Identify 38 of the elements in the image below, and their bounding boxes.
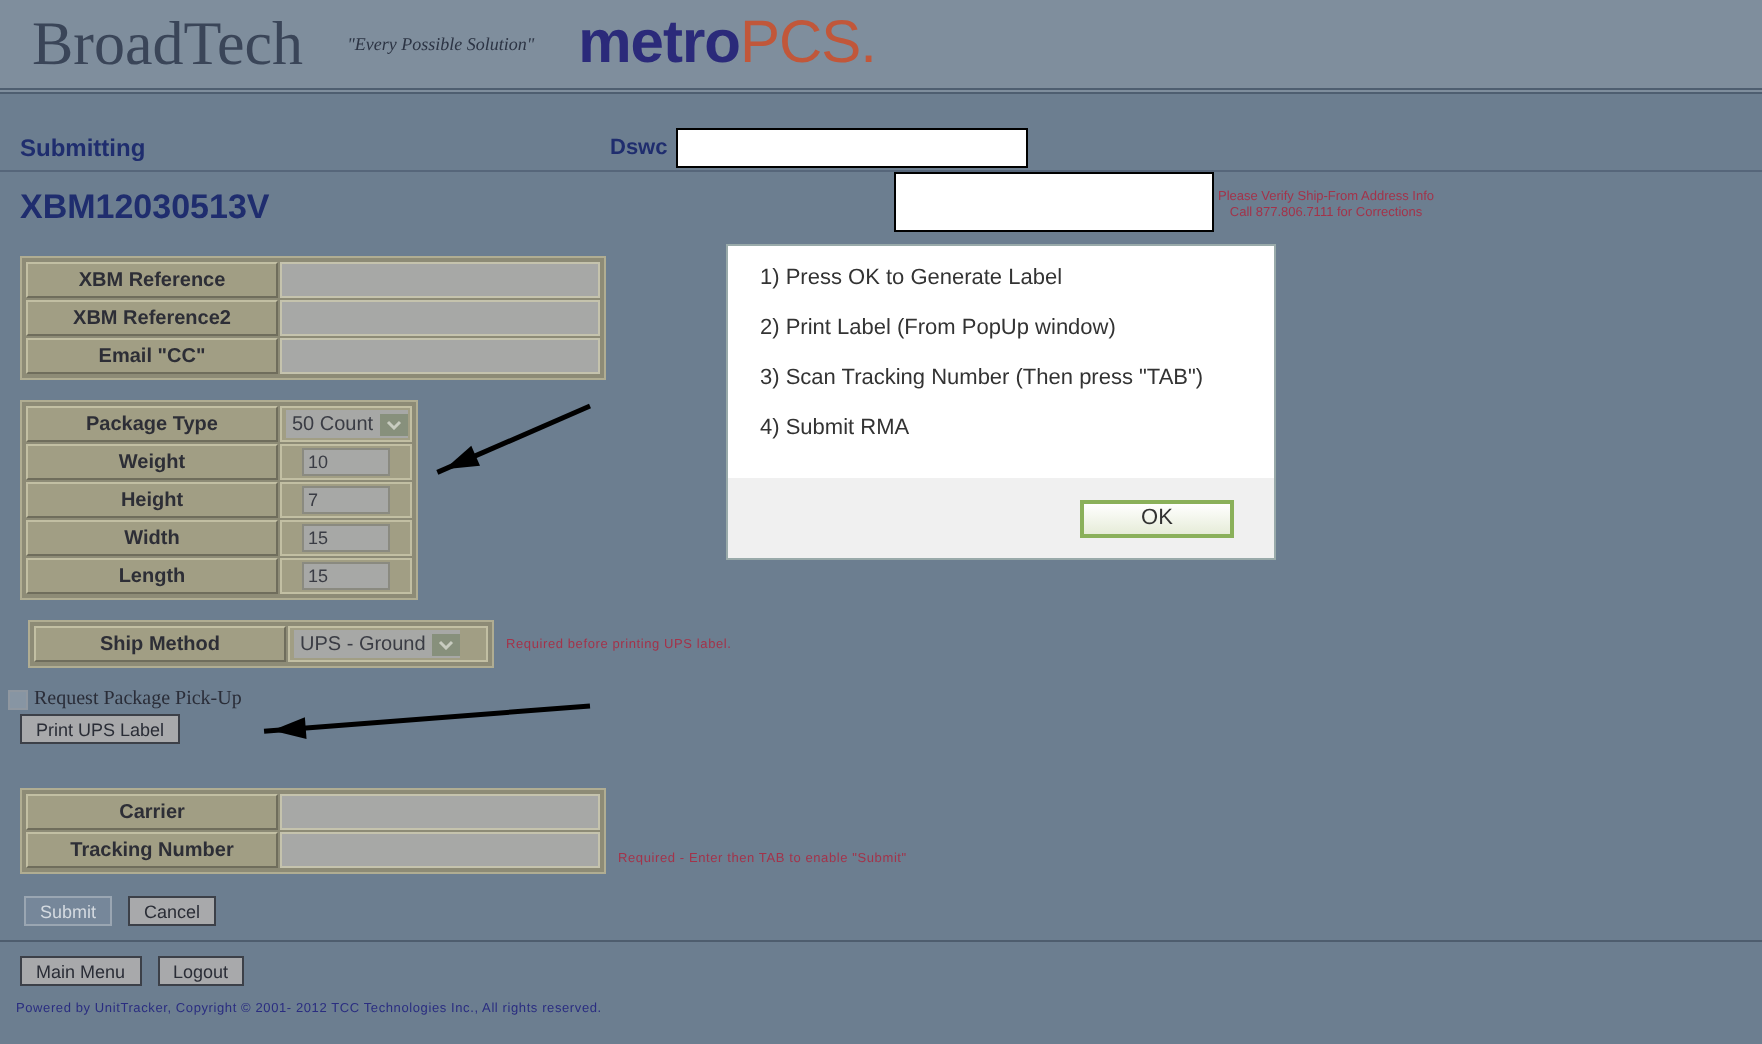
brand-logo: BroadTech	[32, 8, 304, 80]
instruction-step: 3) Scan Tracking Number (Then press "TAB")	[760, 366, 1242, 390]
input-field[interactable]	[280, 832, 600, 868]
instruction-step: 4) Submit RMA	[760, 416, 1242, 440]
input-field[interactable]	[280, 338, 600, 374]
cancel-button[interactable]: Cancel	[128, 896, 217, 926]
field-label: Length	[26, 558, 278, 594]
field-label: XBM Reference2	[26, 300, 278, 336]
field-label: Height	[26, 482, 278, 518]
field-label: Email "CC"	[26, 338, 278, 374]
record-id: XBM12030513V	[20, 188, 272, 228]
field-label: Width	[26, 520, 278, 556]
caret-icon	[379, 413, 408, 435]
instruction-step: 1) Press OK to Generate Label	[760, 266, 1242, 290]
input-field[interactable]: 15	[302, 524, 390, 552]
instruction-step: 2) Print Label (From PopUp window)	[760, 316, 1242, 340]
package-type-select[interactable]: 50 Count	[286, 410, 408, 438]
nav-button[interactable]: Main Menu	[20, 956, 142, 986]
input-field[interactable]: 7	[302, 486, 390, 514]
input-field[interactable]	[280, 262, 600, 298]
tagline: "Every Possible Solution"	[347, 34, 535, 54]
input-field[interactable]	[280, 794, 600, 830]
input-field[interactable]: 15	[302, 562, 390, 590]
field-label: Package Type	[26, 406, 278, 442]
status-text: Submitting	[20, 134, 148, 162]
pickup-checkbox[interactable]: Request Package Pick-Up	[8, 688, 242, 710]
field-label: Weight	[26, 444, 278, 480]
input-field[interactable]	[280, 300, 600, 336]
ok-button[interactable]: OK	[1080, 499, 1234, 537]
field-label: XBM Reference	[26, 262, 278, 298]
field-label: Carrier	[26, 794, 278, 830]
carrier-logo: metroPCS.	[578, 10, 876, 78]
print-label-button[interactable]: Print UPS Label	[20, 714, 181, 744]
nav-button[interactable]: Logout	[157, 956, 245, 986]
field-label: Tracking Number	[26, 832, 278, 868]
field-label: Ship Method	[34, 626, 286, 662]
input-field[interactable]: 10	[302, 448, 390, 476]
dswc-label: Dswc	[610, 136, 668, 160]
